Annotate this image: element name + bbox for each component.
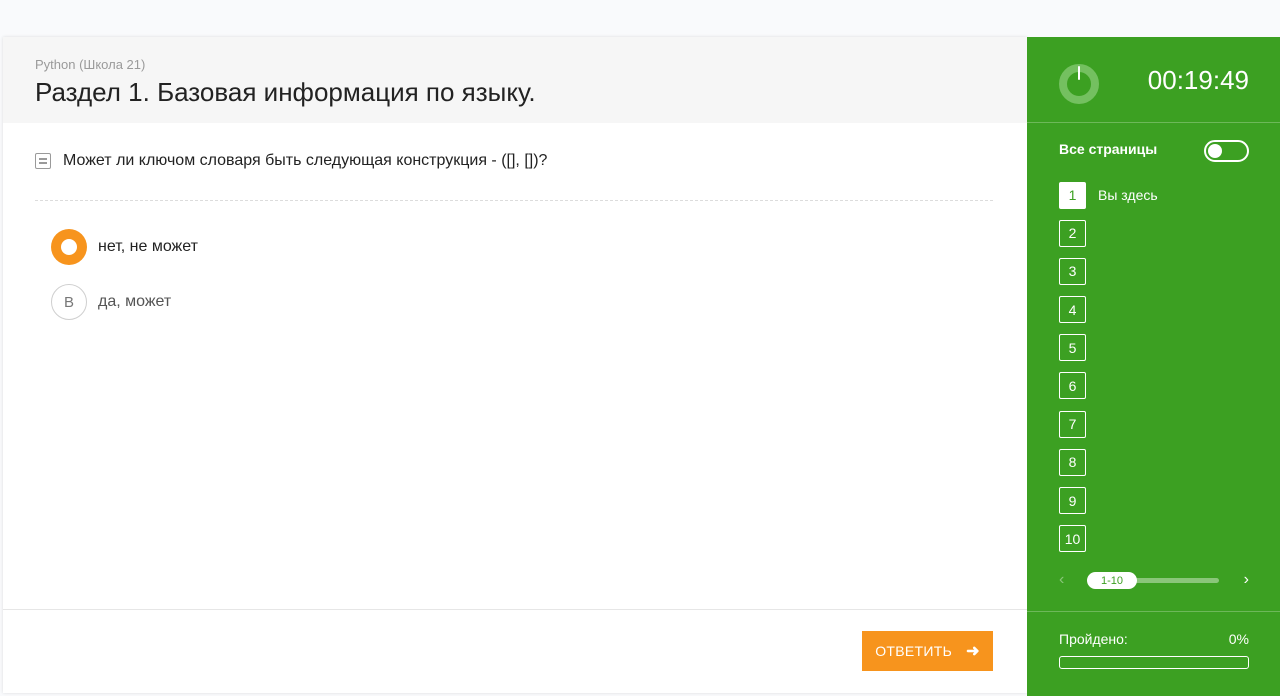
card-header: Python (Школа 21) Раздел 1. Базовая инфо… [3, 37, 1027, 123]
page-10-button[interactable]: 10 [1059, 525, 1086, 553]
page-row: 6 [1059, 372, 1158, 400]
all-pages-toggle[interactable] [1204, 140, 1249, 162]
option-label[interactable]: да, может [98, 293, 171, 311]
option-label[interactable]: нет, не может [98, 238, 198, 256]
divider [35, 200, 993, 201]
page-9-button[interactable]: 9 [1059, 487, 1086, 514]
current-page-label: Вы здесь [1098, 187, 1158, 203]
chevron-right-icon[interactable]: › [1244, 571, 1249, 589]
radio-letter-marker[interactable]: B [51, 284, 87, 320]
page-list: 1 Вы здесь 2 3 4 5 6 7 8 9 10 [1059, 181, 1158, 563]
answer-button-label: ОТВЕТИТЬ [875, 643, 953, 659]
page-2-button[interactable]: 2 [1059, 219, 1086, 247]
page-1-button[interactable]: 1 [1059, 181, 1086, 209]
timer: 00:19:49 [1147, 65, 1249, 95]
progress-panel: Пройдено: 0% [1027, 611, 1280, 696]
page-6-button[interactable]: 6 [1059, 372, 1086, 400]
passed-label: Пройдено: [1059, 631, 1128, 647]
passed-value: 0% [1228, 631, 1249, 647]
page-row: 2 [1059, 219, 1158, 247]
timer-panel: 00:19:49 [1027, 37, 1280, 123]
page-row: 1 Вы здесь [1059, 181, 1158, 209]
page-3-button[interactable]: 3 [1059, 257, 1086, 285]
page-row: 3 [1059, 257, 1158, 285]
page-row: 5 [1059, 334, 1158, 362]
document-icon [35, 153, 51, 169]
page-5-button[interactable]: 5 [1059, 334, 1086, 362]
page-4-button[interactable]: 4 [1059, 296, 1086, 324]
answer-button[interactable]: ОТВЕТИТЬ ➜ [862, 631, 993, 671]
course-name: Python (Школа 21) [35, 57, 146, 72]
question: Может ли ключом словаря быть следующая к… [35, 152, 993, 170]
chevron-left-icon[interactable]: ‹ [1059, 571, 1064, 589]
progress-bar [1059, 656, 1249, 669]
answer-option-1[interactable]: нет, не может [51, 229, 198, 265]
question-card: Python (Школа 21) Раздел 1. Базовая инфо… [3, 37, 1027, 693]
page-row: 7 [1059, 410, 1158, 438]
sidebar: 00:19:49 Все страницы 1 Вы здесь 2 3 4 5… [1027, 37, 1280, 696]
pager-thumb[interactable]: 1-10 [1087, 572, 1137, 589]
page-title: Раздел 1. Базовая информация по языку. [35, 77, 536, 107]
page-range-slider: ‹ 1-10 › [1059, 571, 1249, 589]
page-row: 8 [1059, 448, 1158, 476]
page-row: 4 [1059, 296, 1158, 324]
page-row: 10 [1059, 525, 1158, 553]
page-7-button[interactable]: 7 [1059, 410, 1086, 438]
radio-selected-icon[interactable] [51, 229, 87, 265]
question-text: Может ли ключом словаря быть следующая к… [63, 152, 548, 169]
arrow-right-icon: ➜ [966, 643, 980, 660]
card-footer: ОТВЕТИТЬ ➜ [3, 609, 1027, 693]
clock-icon [1059, 64, 1099, 104]
all-pages-label: Все страницы [1059, 141, 1158, 157]
page-row: 9 [1059, 487, 1158, 515]
answer-option-2[interactable]: B да, может [51, 284, 171, 320]
page-8-button[interactable]: 8 [1059, 448, 1086, 476]
